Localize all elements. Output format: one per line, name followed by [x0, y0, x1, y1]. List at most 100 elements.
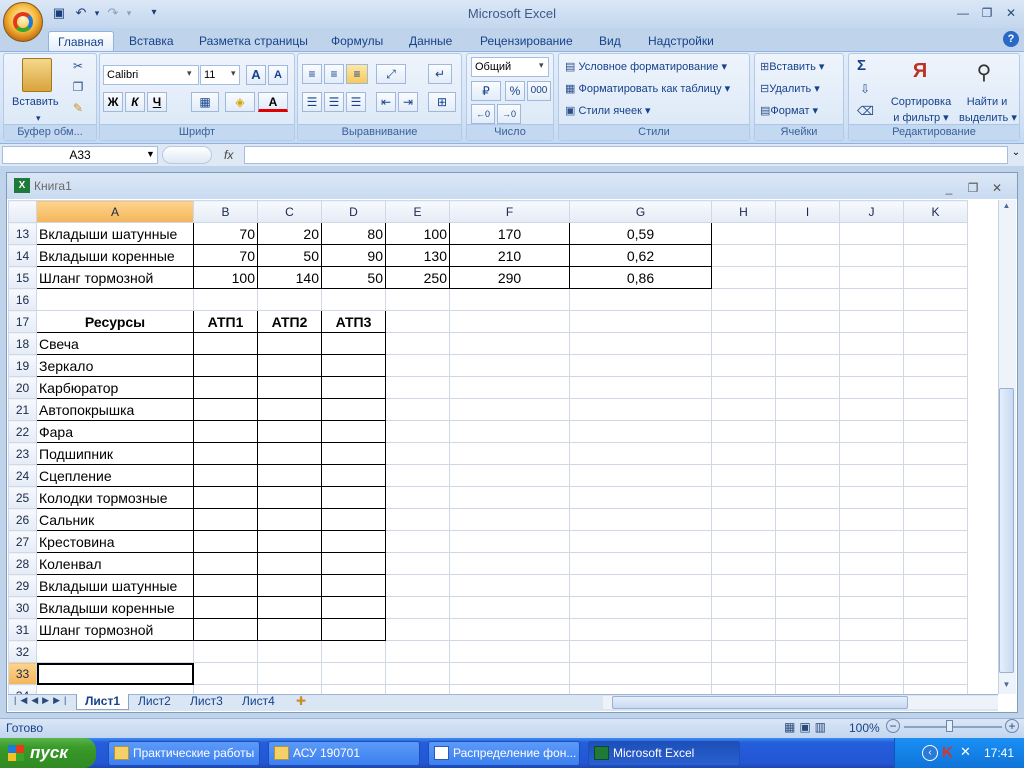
- cell-resource-name[interactable]: Зеркало: [36, 354, 194, 377]
- cell[interactable]: [839, 552, 904, 575]
- column-header[interactable]: F: [449, 200, 570, 223]
- cell[interactable]: [775, 596, 840, 619]
- name-box-dropdown-icon[interactable]: ▼: [146, 149, 155, 159]
- cell-quantity[interactable]: 80: [321, 222, 386, 245]
- thousands-button[interactable]: 000: [527, 81, 551, 101]
- cell[interactable]: [193, 662, 258, 685]
- row-header[interactable]: 20: [8, 376, 37, 399]
- cell[interactable]: [903, 420, 968, 443]
- row-header[interactable]: 19: [8, 354, 37, 377]
- cell[interactable]: [449, 354, 570, 377]
- cell[interactable]: [569, 640, 712, 663]
- cell-quantity[interactable]: 70: [193, 222, 258, 245]
- column-header[interactable]: G: [569, 200, 712, 223]
- cell[interactable]: [711, 332, 776, 355]
- cell[interactable]: [385, 684, 450, 694]
- cell[interactable]: [711, 574, 776, 597]
- cell-atp-value[interactable]: [257, 398, 322, 421]
- vertical-scroll-thumb[interactable]: [999, 388, 1014, 673]
- workbook-close-icon[interactable]: ✕: [986, 179, 1008, 197]
- cell-total[interactable]: 170: [449, 222, 570, 245]
- cell[interactable]: [775, 684, 840, 694]
- cell[interactable]: [711, 596, 776, 619]
- cell-resource-name[interactable]: Вкладыши коренные: [36, 596, 194, 619]
- cell[interactable]: [903, 332, 968, 355]
- help-icon[interactable]: ?: [1003, 31, 1019, 47]
- cell-atp-value[interactable]: [321, 530, 386, 553]
- paste-icon[interactable]: [22, 58, 52, 92]
- cell[interactable]: [385, 618, 450, 641]
- tab-data[interactable]: Данные: [400, 31, 461, 52]
- cell[interactable]: [449, 420, 570, 443]
- align-left-icon[interactable]: ☰: [302, 92, 322, 112]
- cell-resource-name[interactable]: Колодки тормозные: [36, 486, 194, 509]
- tab-page-layout[interactable]: Разметка страницы: [190, 31, 317, 52]
- network-icon[interactable]: ✕: [960, 744, 976, 762]
- column-header[interactable]: B: [193, 200, 258, 223]
- cell-atp-value[interactable]: [321, 442, 386, 465]
- insert-sheet-icon[interactable]: ✚: [288, 694, 314, 710]
- cell[interactable]: [36, 684, 194, 694]
- cell[interactable]: [839, 486, 904, 509]
- cell[interactable]: [903, 618, 968, 641]
- cell-atp-value[interactable]: [193, 442, 258, 465]
- cell[interactable]: [449, 662, 570, 685]
- cell[interactable]: [569, 288, 712, 311]
- cell[interactable]: [839, 640, 904, 663]
- align-middle-icon[interactable]: ≡: [324, 64, 344, 84]
- cell-quantity[interactable]: 250: [385, 266, 450, 289]
- cell[interactable]: [839, 376, 904, 399]
- cell[interactable]: [711, 684, 776, 694]
- cell-atp-value[interactable]: [257, 574, 322, 597]
- fill-icon[interactable]: ⇩: [857, 82, 873, 96]
- cell[interactable]: [449, 486, 570, 509]
- cell[interactable]: [449, 596, 570, 619]
- shrink-font-button[interactable]: A: [268, 65, 288, 85]
- cell-quantity[interactable]: 70: [193, 244, 258, 267]
- row-header[interactable]: 29: [8, 574, 37, 597]
- clear-icon[interactable]: ⌫: [857, 104, 874, 118]
- cell-quantity[interactable]: 100: [385, 222, 450, 245]
- row-header[interactable]: 16: [8, 288, 37, 311]
- cell-atp-value[interactable]: [193, 508, 258, 531]
- cell[interactable]: [449, 332, 570, 355]
- taskbar-item-document[interactable]: Распределение фон...: [428, 741, 580, 766]
- cell[interactable]: [569, 398, 712, 421]
- cell-atp-value[interactable]: [257, 552, 322, 575]
- cell[interactable]: [903, 596, 968, 619]
- scroll-down-icon[interactable]: ▼: [999, 680, 1014, 692]
- cell[interactable]: [711, 442, 776, 465]
- cell-atp-value[interactable]: [193, 486, 258, 509]
- cell-quantity[interactable]: 20: [257, 222, 322, 245]
- cell[interactable]: [569, 662, 712, 685]
- cell-atp-value[interactable]: [321, 464, 386, 487]
- cell[interactable]: [839, 618, 904, 641]
- cell-atp-value[interactable]: [321, 376, 386, 399]
- font-name-select[interactable]: Calibri: [103, 65, 199, 85]
- column-header[interactable]: H: [711, 200, 776, 223]
- underline-button[interactable]: Ч: [147, 92, 167, 112]
- office-button[interactable]: [3, 2, 43, 42]
- cell[interactable]: [569, 442, 712, 465]
- cell[interactable]: [569, 530, 712, 553]
- cell-item-name[interactable]: Вкладыши коренные: [36, 244, 194, 267]
- cell-atp-value[interactable]: [193, 574, 258, 597]
- cell-resource-name[interactable]: Крестовина: [36, 530, 194, 553]
- cell[interactable]: [569, 310, 712, 333]
- cell[interactable]: [193, 640, 258, 663]
- cell[interactable]: [385, 442, 450, 465]
- cell[interactable]: [775, 420, 840, 443]
- cell-atp-value[interactable]: [193, 618, 258, 641]
- cell[interactable]: [775, 244, 840, 267]
- cell[interactable]: [711, 552, 776, 575]
- cell-atp-value[interactable]: [193, 398, 258, 421]
- cell[interactable]: [775, 332, 840, 355]
- cell[interactable]: [449, 442, 570, 465]
- cell-resource-name[interactable]: Коленвал: [36, 552, 194, 575]
- sheet-nav-arrows-icon[interactable]: |◀◀▶▶|: [14, 695, 70, 706]
- minimize-icon[interactable]: —: [952, 4, 974, 22]
- cell-ratio[interactable]: 0,86: [569, 266, 712, 289]
- align-center-icon[interactable]: ☰: [324, 92, 344, 112]
- cell-quantity[interactable]: 140: [257, 266, 322, 289]
- cell[interactable]: [903, 486, 968, 509]
